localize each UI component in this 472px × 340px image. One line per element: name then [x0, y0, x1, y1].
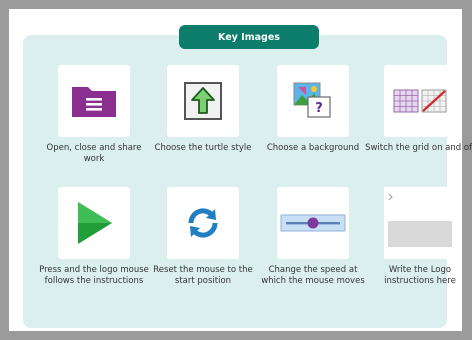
svg-text:?: ?: [315, 101, 323, 116]
caption-background: Choose a background: [266, 143, 360, 153]
tile-turtle[interactable]: [167, 65, 239, 137]
play-icon: [78, 202, 112, 244]
tile-speed[interactable]: [277, 187, 349, 259]
background-picture-icon: ?: [293, 82, 331, 118]
tile-instructions[interactable]: [384, 187, 456, 259]
key-item-background: ? Choose a background: [258, 65, 368, 154]
caption-play: Press and the logo mouse follows the ins…: [39, 265, 149, 286]
key-item-file: Open, close and share work: [39, 65, 149, 165]
speed-slider-icon: [280, 214, 346, 232]
tile-reset[interactable]: [167, 187, 239, 259]
folder-menu-icon: [72, 87, 116, 117]
key-images-title: Key Images: [179, 25, 319, 49]
caption-grid: Switch the grid on and off: [365, 143, 472, 153]
tile-file[interactable]: [58, 65, 130, 137]
key-item-turtle: Choose the turtle style: [148, 65, 258, 154]
key-item-speed: Change the speed at which the mouse move…: [258, 187, 368, 287]
tile-background[interactable]: ?: [277, 65, 349, 137]
tile-play[interactable]: [58, 187, 130, 259]
caption-speed: Change the speed at which the mouse move…: [261, 265, 365, 286]
key-item-grid: Switch the grid on and off: [365, 65, 472, 154]
key-item-instructions: Write the Logo instructions here: [365, 187, 472, 287]
key-item-play: Press and the logo mouse follows the ins…: [39, 187, 149, 287]
instructions-box-icon: [384, 187, 456, 259]
caption-reset: Reset the mouse to the start position: [153, 265, 253, 286]
key-item-reset: Reset the mouse to the start position: [148, 187, 258, 287]
turtle-arrow-icon: [184, 82, 222, 120]
caption-turtle: Choose the turtle style: [154, 143, 252, 153]
reset-icon: [188, 208, 218, 238]
caption-instructions: Write the Logo instructions here: [384, 265, 456, 286]
grid-toggle-icon: [393, 89, 447, 113]
tile-grid[interactable]: [384, 65, 456, 137]
key-images-card: Key Images Open, close and share work Ch…: [9, 9, 472, 331]
caption-file: Open, close and share work: [46, 143, 142, 164]
